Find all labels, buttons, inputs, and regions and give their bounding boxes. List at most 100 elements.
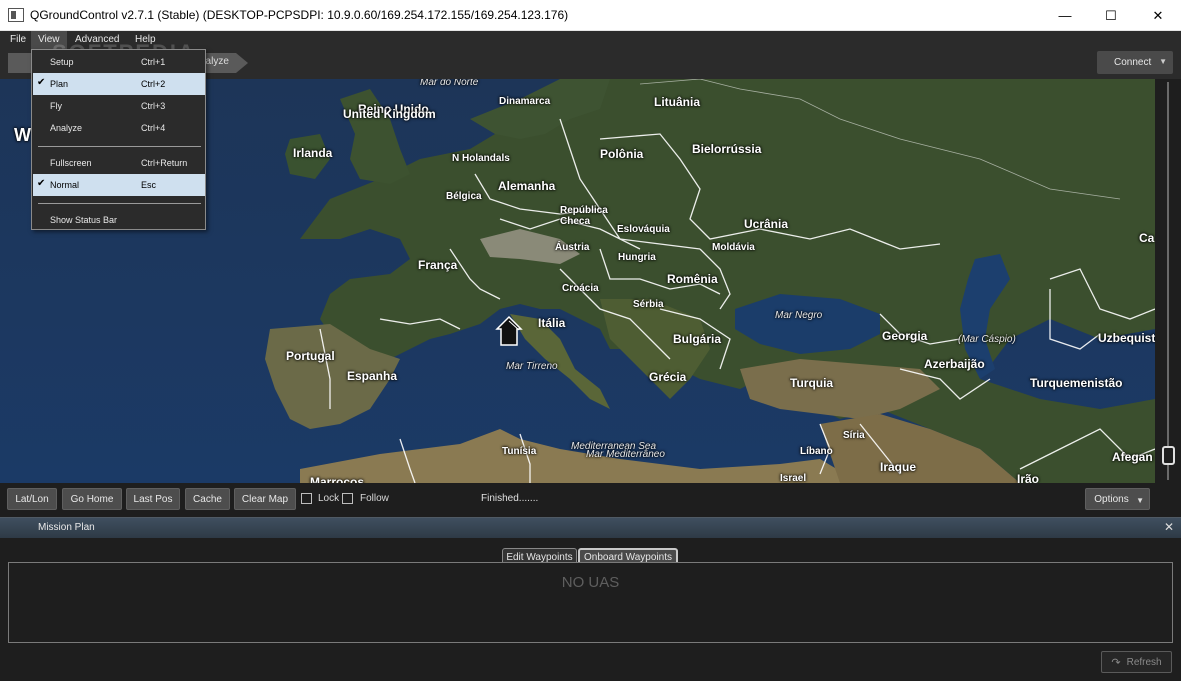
menu-item-analyze[interactable]: Analyze Ctrl+4 <box>33 117 205 139</box>
menu-item-label: Analyze <box>50 123 83 133</box>
menu-item-normal[interactable]: ✔ Normal Esc <box>33 174 205 196</box>
menu-item-label: Normal <box>50 180 80 190</box>
map-label-country: Lituânia <box>654 95 701 109</box>
map-label-sea: Mar do Norte <box>420 79 479 88</box>
lock-label: Lock <box>318 493 340 504</box>
latlon-button[interactable]: Lat/Lon <box>7 488 57 510</box>
menu-item-plan[interactable]: ✔ Plan Ctrl+2 <box>33 73 205 95</box>
map-label-country: Tunísia <box>502 446 537 457</box>
map-label-country: Bulgária <box>673 332 722 346</box>
options-button[interactable]: Options ▼ <box>1085 488 1150 510</box>
map-label-country: Eslováquia <box>617 224 670 235</box>
menu-item-shortcut: Ctrl+1 <box>141 57 166 67</box>
map-label-country: United Kingdom <box>343 107 436 121</box>
map-status-text: Finished....... <box>481 493 539 504</box>
map-label-country: Líbano <box>800 446 833 457</box>
map-label-country: França <box>418 258 458 272</box>
no-uas-message: NO UAS <box>561 574 620 591</box>
map-label-sea: Mar Tirreno <box>506 361 558 372</box>
menu-item-shortcut: Ctrl+2 <box>141 79 166 89</box>
menu-separator <box>38 146 201 147</box>
last-pos-button[interactable]: Last Pos <box>126 488 180 510</box>
zoom-slider-track[interactable] <box>1167 82 1169 480</box>
lock-checkbox[interactable] <box>301 493 312 504</box>
refresh-button[interactable]: ↷ Refresh <box>1101 651 1172 673</box>
maximize-button[interactable]: ☐ <box>1088 0 1134 31</box>
map-label-country: Ca <box>1139 231 1155 245</box>
menu-item-shortcut: Ctrl+Return <box>141 158 188 168</box>
window-title: QGroundControl v2.7.1 (Stable) (DESKTOP-… <box>30 8 569 22</box>
checkmark-icon: ✔ <box>37 77 46 88</box>
map-label-country: Croácia <box>562 283 599 294</box>
map-label-country: Iraque <box>880 460 917 474</box>
map-label-country: Hungria <box>618 252 656 263</box>
map-label-country: Itália <box>538 316 566 330</box>
home-icon[interactable] <box>495 315 523 347</box>
menu-item-shortcut: Ctrl+4 <box>141 123 166 133</box>
checkmark-icon: ✔ <box>37 178 46 189</box>
refresh-icon: ↷ <box>1111 656 1121 669</box>
map-label-country: Espanha <box>347 369 398 383</box>
map-label-country: Alemanha <box>498 179 556 193</box>
follow-label: Follow <box>360 493 389 504</box>
cache-button[interactable]: Cache <box>185 488 230 510</box>
menu-item-label: Setup <box>50 57 74 67</box>
map-label-sea: Mar Negro <box>775 310 823 321</box>
menu-item-label: Fly <box>50 101 62 111</box>
app-icon <box>8 8 24 22</box>
map-label-country: Georgia <box>882 329 928 343</box>
map-label-country: Azerbaijão <box>924 357 985 371</box>
menu-item-shortcut: Ctrl+3 <box>141 101 166 111</box>
menu-file[interactable]: File <box>3 31 33 49</box>
chevron-down-icon: ▼ <box>1159 57 1167 66</box>
connect-button[interactable]: Connect ▼ <box>1097 51 1173 74</box>
menu-item-label: Plan <box>50 79 69 89</box>
options-label: Options <box>1094 493 1129 505</box>
menu-item-fullscreen[interactable]: Fullscreen Ctrl+Return <box>33 152 205 174</box>
go-home-button[interactable]: Go Home <box>62 488 122 510</box>
map-label-country: Bielorrússia <box>692 142 762 156</box>
map-label-country: Marrocos <box>310 475 365 483</box>
mission-plan-header <box>0 517 1181 538</box>
map-label-country: Ucrânia <box>744 217 789 231</box>
map-label-sea: Mar Mediterrâneo <box>586 449 665 460</box>
map-label-country: República Checa <box>560 205 608 227</box>
map-label-country: Sérbia <box>633 299 664 310</box>
map-label-country: N Holandals <box>452 153 510 164</box>
menu-separator <box>38 203 201 204</box>
map-label-country: Dinamarca <box>499 96 551 107</box>
map-label-country: Grécia <box>649 370 687 384</box>
map-label-country: Áustria <box>555 242 590 253</box>
menu-item-label: Fullscreen <box>50 158 92 168</box>
map-label-country: Irão <box>1017 472 1040 483</box>
map-label-country: Portugal <box>286 349 335 363</box>
map-label-country: Turquemenistão <box>1030 376 1123 390</box>
menu-item-setup[interactable]: Setup Ctrl+1 <box>33 51 205 73</box>
menu-item-label: Show Status Bar <box>50 215 118 225</box>
map-label-country: Irlanda <box>293 146 333 160</box>
clear-map-button[interactable]: Clear Map <box>234 488 296 510</box>
map-label-country: Polônia <box>600 147 644 161</box>
close-window-button[interactable]: ✕ <box>1135 0 1181 31</box>
follow-checkbox[interactable] <box>342 493 353 504</box>
refresh-label: Refresh <box>1126 656 1162 668</box>
zoom-slider-handle[interactable] <box>1162 446 1175 465</box>
map-label-country: Romênia <box>667 272 718 286</box>
map-label-country: Israel <box>780 473 807 483</box>
map-label-sea: (Mar Cáspio) <box>958 334 1016 345</box>
map-label-country: Turquia <box>790 376 834 390</box>
map-label-country: Bélgica <box>446 191 482 202</box>
map-label-country: Afegan <box>1112 450 1153 464</box>
menu-item-show-status-bar[interactable]: Show Status Bar <box>33 209 205 231</box>
map-label-country: Moldávia <box>712 242 755 253</box>
menu-item-fly[interactable]: Fly Ctrl+3 <box>33 95 205 117</box>
connect-label: Connect <box>1114 57 1152 68</box>
map-label-partial: W <box>14 125 31 145</box>
minimize-button[interactable]: — <box>1042 0 1088 31</box>
chevron-down-icon: ▼ <box>1136 496 1144 505</box>
map-label-country: Síria <box>843 430 865 441</box>
mission-plan-title: Mission Plan <box>38 522 95 533</box>
map-label-country: Uzbequistão <box>1098 331 1155 345</box>
view-menu-dropdown: Setup Ctrl+1 ✔ Plan Ctrl+2 Fly Ctrl+3 An… <box>31 49 206 230</box>
close-icon[interactable]: ✕ <box>1164 520 1174 534</box>
